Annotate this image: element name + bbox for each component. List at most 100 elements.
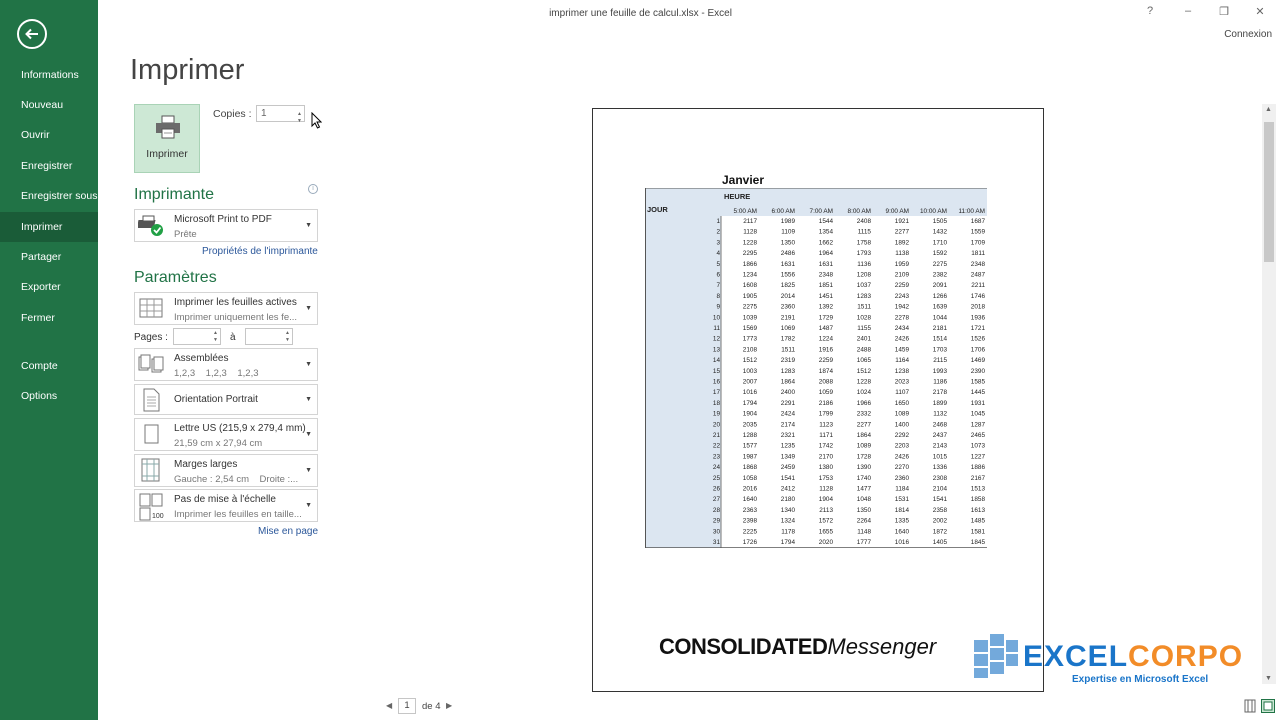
sidebar-item-options[interactable]: Options	[0, 381, 98, 411]
zoom-to-page-icon[interactable]	[1261, 699, 1275, 713]
chevron-down-icon: ▼	[305, 396, 312, 403]
signin-link[interactable]: Connexion	[1224, 29, 1272, 40]
table-cell: 2400	[781, 389, 796, 396]
close-button[interactable]: ✕	[1250, 5, 1270, 18]
spin-down-icon[interactable]: ▼	[213, 337, 218, 343]
table-cell: 1513	[971, 486, 986, 493]
printer-dropdown[interactable]: Microsoft Print to PDF Prête ▼	[134, 209, 318, 242]
sidebar-item-partager[interactable]: Partager	[0, 242, 98, 272]
table-cell: 1631	[819, 261, 834, 268]
sheets-grid-icon	[139, 298, 163, 318]
table-cell: 1227	[971, 453, 986, 460]
sidebar-item-enregistrer-sous[interactable]: Enregistrer sous	[0, 181, 98, 211]
table-cell: 1485	[971, 518, 986, 525]
logo-italic-text: Messenger	[827, 634, 937, 659]
show-margins-icon[interactable]	[1243, 699, 1257, 713]
table-cell: 1640	[743, 496, 758, 503]
data-table: 5:00 AM 6:00 AM 7:00 AM 8:00 AM 9:00 AM 10:00…	[645, 188, 987, 548]
table-cell: 1016	[743, 389, 758, 396]
print-button[interactable]: Imprimer	[134, 104, 200, 173]
scrollbar-thumb[interactable]	[1264, 122, 1274, 262]
sidebar-item-ouvrir[interactable]: Ouvrir	[0, 120, 98, 150]
pages-from-input[interactable]: ▲ ▼	[173, 328, 221, 345]
hour-header: 5:00 AM	[734, 208, 757, 215]
table-cell: 1942	[895, 304, 910, 311]
table-cell: 1208	[857, 272, 872, 279]
info-icon[interactable]: i	[308, 184, 318, 194]
sidebar-item-informations[interactable]: Informations	[0, 60, 98, 90]
copies-input[interactable]: 1 ▲ ▼	[256, 105, 305, 124]
sidebar-item-fermer[interactable]: Fermer	[0, 303, 98, 333]
table-cell: 1728	[857, 453, 872, 460]
printer-heading: Imprimante	[134, 186, 215, 203]
table-cell: 2321	[781, 432, 796, 439]
table-cell: 2270	[895, 464, 910, 471]
table-cell: 2109	[895, 272, 910, 279]
back-button[interactable]	[17, 19, 47, 49]
table-cell: 1794	[781, 539, 796, 546]
sidebar-item-exporter[interactable]: Exporter	[0, 272, 98, 302]
chevron-down-icon: ▼	[305, 431, 312, 438]
scaling-dropdown[interactable]: 100 Pas de mise à l'échelle Imprimer les…	[134, 489, 318, 522]
svg-text:100: 100	[152, 513, 164, 520]
table-cell: 1045	[971, 411, 986, 418]
table-cell: 1432	[933, 229, 948, 236]
table-cell: 1845	[971, 539, 986, 546]
table-cell: 1505	[933, 218, 948, 225]
day-label: 27	[713, 496, 721, 503]
sidebar-item-enregistrer[interactable]: Enregistrer	[0, 151, 98, 181]
previous-page-icon[interactable]: ◀	[386, 701, 392, 710]
pages-to-input[interactable]: ▲ ▼	[245, 328, 293, 345]
page-setup-link[interactable]: Mise en page	[258, 526, 318, 537]
table-cell: 1541	[781, 475, 796, 482]
table-cell: 2319	[781, 357, 796, 364]
next-page-icon[interactable]: ▶	[446, 701, 452, 710]
spin-up-icon[interactable]: ▲	[285, 330, 290, 336]
spin-down-icon[interactable]: ▼	[297, 114, 302, 129]
table-cell: 2002	[933, 518, 948, 525]
sidebar-item-nouveau[interactable]: Nouveau	[0, 90, 98, 120]
copies-value: 1	[261, 108, 267, 119]
table-cell: 1349	[781, 453, 796, 460]
day-label: 5	[716, 261, 720, 268]
scroll-up-icon[interactable]: ▲	[1265, 106, 1272, 113]
sidebar-item-compte[interactable]: Compte	[0, 351, 98, 381]
print-what-dropdown[interactable]: Imprimer les feuilles actives Imprimer u…	[134, 292, 318, 325]
orientation-dropdown[interactable]: Orientation Portrait ▼	[134, 384, 318, 415]
restore-button[interactable]: ❐	[1214, 5, 1234, 18]
spin-down-icon[interactable]: ▼	[285, 337, 290, 343]
sidebar-item-imprimer[interactable]: Imprimer	[0, 212, 98, 242]
table-cell: 1921	[895, 218, 910, 225]
table-cell: 1899	[933, 400, 948, 407]
scroll-down-icon[interactable]: ▼	[1265, 675, 1272, 682]
printer-properties-link[interactable]: Propriétés de l'imprimante	[202, 246, 318, 257]
table-cell: 1514	[933, 336, 948, 343]
page-number-input[interactable]: 1	[398, 698, 416, 714]
spin-up-icon[interactable]: ▲	[213, 330, 218, 336]
table-cell: 2277	[895, 229, 910, 236]
print-button-label: Imprimer	[146, 148, 188, 160]
table-cell: 1283	[781, 368, 796, 375]
minimize-button[interactable]: –	[1178, 5, 1198, 17]
table-cell: 1794	[743, 400, 758, 407]
table-cell: 1238	[895, 368, 910, 375]
paper-size-dropdown[interactable]: Lettre US (215,9 x 279,4 mm) 21,59 cm x …	[134, 418, 318, 451]
table-cell: 1905	[743, 293, 758, 300]
table-cell: 2486	[781, 250, 796, 257]
help-button[interactable]: ?	[1140, 5, 1160, 17]
table-cell: 1128	[743, 229, 757, 236]
margins-dropdown[interactable]: Marges larges Gauche : 2,54 cm Droite :.…	[134, 454, 318, 487]
preview-scrollbar[interactable]: ▲ ▼	[1262, 104, 1276, 684]
table-cell: 1336	[933, 464, 948, 471]
table-cell: 1872	[933, 528, 948, 535]
table-cell: 1487	[819, 325, 834, 332]
printer-icon	[156, 115, 180, 139]
page-size-icon	[144, 424, 159, 444]
table-cell: 1340	[781, 507, 796, 514]
table-cell: 1987	[743, 453, 758, 460]
collate-dropdown[interactable]: Assemblées 1,2,3 1,2,3 1,2,3 ▼	[134, 348, 318, 381]
table-cell: 1451	[819, 293, 834, 300]
margins-detail: Gauche : 2,54 cm Droite :...	[174, 474, 299, 485]
hour-header: 11:00 AM	[958, 208, 985, 215]
pages-to-label: à	[230, 332, 236, 343]
